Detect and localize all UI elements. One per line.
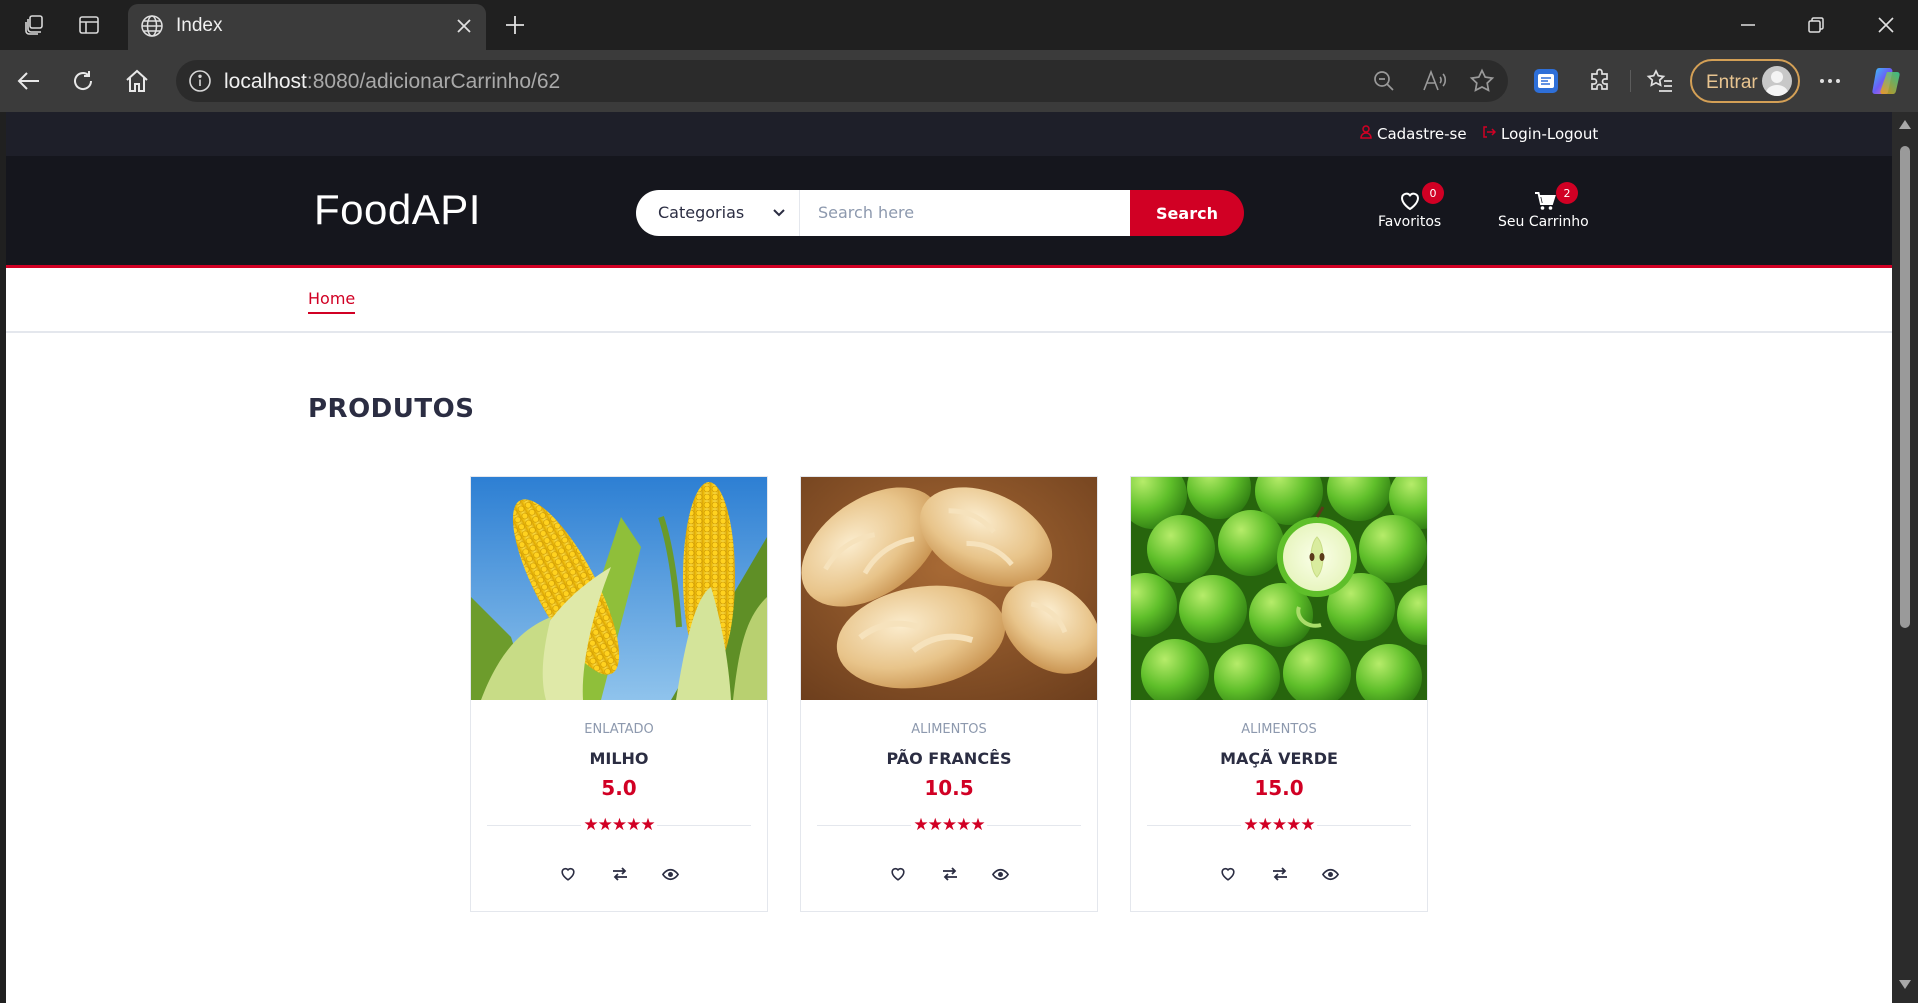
site-info-icon[interactable] xyxy=(188,69,212,93)
user-icon xyxy=(1360,125,1372,143)
restore-icon[interactable] xyxy=(1796,8,1836,42)
register-link[interactable]: Cadastre-se xyxy=(1360,125,1467,143)
globe-icon xyxy=(138,12,166,40)
product-name[interactable]: MAÇÃ VERDE xyxy=(1131,749,1427,768)
category-select[interactable]: Categorias xyxy=(636,190,800,236)
page-viewport: Cadastre-se Login-Logout FoodAPI Categor… xyxy=(6,112,1892,1003)
add-to-wishlist-heart-icon[interactable] xyxy=(887,863,909,885)
product-category: ALIMENTOS xyxy=(911,722,987,737)
product-category: ALIMENTOS xyxy=(1241,722,1317,737)
favorites-label: Favoritos xyxy=(1378,214,1442,230)
scrollbar-thumb[interactable] xyxy=(1900,146,1910,628)
star-rating-icons: ★★★★★ xyxy=(1241,815,1317,835)
product-card[interactable]: ENLATADO MILHO 5.0 ★★★★★ xyxy=(470,476,768,912)
avatar-icon xyxy=(1762,66,1792,96)
search-placeholder: Search here xyxy=(818,203,915,222)
read-aloud-icon[interactable] xyxy=(1420,67,1448,95)
product-category: ENLATADO xyxy=(584,722,654,737)
zoom-out-icon[interactable] xyxy=(1370,67,1398,95)
search-button[interactable]: Search xyxy=(1130,190,1244,236)
new-tab-icon[interactable] xyxy=(500,10,530,40)
url-path: :8080/adicionarCarrinho/62 xyxy=(306,70,561,93)
window-close-icon[interactable] xyxy=(1866,8,1906,42)
product-rating: ★★★★★ xyxy=(801,815,1097,835)
browser-tab-bar: Index xyxy=(0,0,1918,50)
product-card[interactable]: ALIMENTOS MAÇÃ VERDE 15.0 ★★★★★ xyxy=(1130,476,1428,912)
nav-home[interactable]: Home xyxy=(308,289,356,314)
close-icon[interactable] xyxy=(450,12,478,40)
url-host: localhost xyxy=(224,70,307,93)
category-select-label: Categorias xyxy=(658,203,745,222)
scroll-down-arrow-icon[interactable] xyxy=(1899,980,1911,989)
quick-view-eye-icon[interactable] xyxy=(1319,863,1341,885)
cart-count-badge: 2 xyxy=(1556,182,1578,204)
add-to-wishlist-heart-icon[interactable] xyxy=(557,863,579,885)
sign-out-icon xyxy=(1482,125,1497,143)
extension-app-icon[interactable] xyxy=(1528,63,1564,99)
shopping-cart-icon xyxy=(1534,190,1558,214)
add-to-wishlist-heart-icon[interactable] xyxy=(1217,863,1239,885)
login-logout-label: Login-Logout xyxy=(1501,125,1599,143)
cart-button[interactable]: 2 Seu Carrinho xyxy=(1494,182,1594,240)
product-name[interactable]: MILHO xyxy=(471,749,767,768)
scroll-up-arrow-icon[interactable] xyxy=(1899,120,1911,129)
favorites-list-icon[interactable] xyxy=(1642,63,1678,99)
tab-index[interactable]: Index xyxy=(128,4,486,50)
product-image-corn[interactable] xyxy=(471,477,767,700)
star-rating-icons: ★★★★★ xyxy=(581,815,657,835)
vertical-tabs-icon[interactable] xyxy=(74,10,104,40)
main-navigation: Home xyxy=(6,271,1892,333)
favorites-button[interactable]: 0 Favoritos xyxy=(1370,182,1450,240)
product-price: 10.5 xyxy=(924,776,974,800)
search-form: Categorias Search here Search xyxy=(636,190,1244,236)
cart-label: Seu Carrinho xyxy=(1498,214,1589,230)
favorites-count-badge: 0 xyxy=(1422,182,1444,204)
site-logo[interactable]: FoodAPI xyxy=(314,186,481,234)
copilot-icon[interactable] xyxy=(1868,63,1904,99)
product-rating: ★★★★★ xyxy=(1131,815,1427,835)
product-price: 5.0 xyxy=(601,776,637,800)
register-label: Cadastre-se xyxy=(1377,125,1467,143)
product-image-green-apples[interactable] xyxy=(1131,477,1427,700)
product-image-bread[interactable] xyxy=(801,477,1097,700)
workspaces-icon[interactable] xyxy=(20,10,50,40)
minimize-icon[interactable] xyxy=(1728,8,1768,42)
more-options-icon[interactable] xyxy=(1812,63,1848,99)
compare-exchange-icon[interactable] xyxy=(1269,863,1291,885)
url-text: localhost:8080/adicionarCarrinho/62 xyxy=(224,70,560,94)
search-input[interactable]: Search here xyxy=(800,190,1130,236)
profile-label: Entrar xyxy=(1706,72,1758,93)
reload-icon[interactable] xyxy=(64,62,102,100)
address-bar[interactable]: localhost:8080/adicionarCarrinho/62 xyxy=(176,60,1508,102)
extensions-puzzle-icon[interactable] xyxy=(1582,63,1618,99)
chevron-down-icon xyxy=(771,204,787,220)
compare-exchange-icon[interactable] xyxy=(939,863,961,885)
toolbar-divider xyxy=(1630,70,1631,92)
browser-toolbar: localhost:8080/adicionarCarrinho/62 Entr… xyxy=(0,50,1918,112)
tab-title: Index xyxy=(176,15,223,36)
quick-view-eye-icon[interactable] xyxy=(989,863,1011,885)
star-rating-icons: ★★★★★ xyxy=(911,815,987,835)
product-rating: ★★★★★ xyxy=(471,815,767,835)
profile-button[interactable]: Entrar xyxy=(1690,59,1800,103)
home-icon[interactable] xyxy=(118,62,156,100)
section-title: PRODUTOS xyxy=(308,394,475,424)
back-icon[interactable] xyxy=(10,62,48,100)
page-scrollbar[interactable] xyxy=(1892,112,1918,1003)
product-price: 15.0 xyxy=(1254,776,1304,800)
heart-icon xyxy=(1399,190,1423,214)
top-header: Cadastre-se Login-Logout xyxy=(6,112,1892,156)
product-name[interactable]: PÃO FRANCÊS xyxy=(801,749,1097,768)
favorite-star-icon[interactable] xyxy=(1468,67,1496,95)
login-logout-link[interactable]: Login-Logout xyxy=(1482,125,1598,143)
product-card[interactable]: ALIMENTOS PÃO FRANCÊS 10.5 ★★★★★ xyxy=(800,476,1098,912)
main-header: FoodAPI Categorias Search here Search 0 … xyxy=(6,156,1892,268)
quick-view-eye-icon[interactable] xyxy=(659,863,681,885)
